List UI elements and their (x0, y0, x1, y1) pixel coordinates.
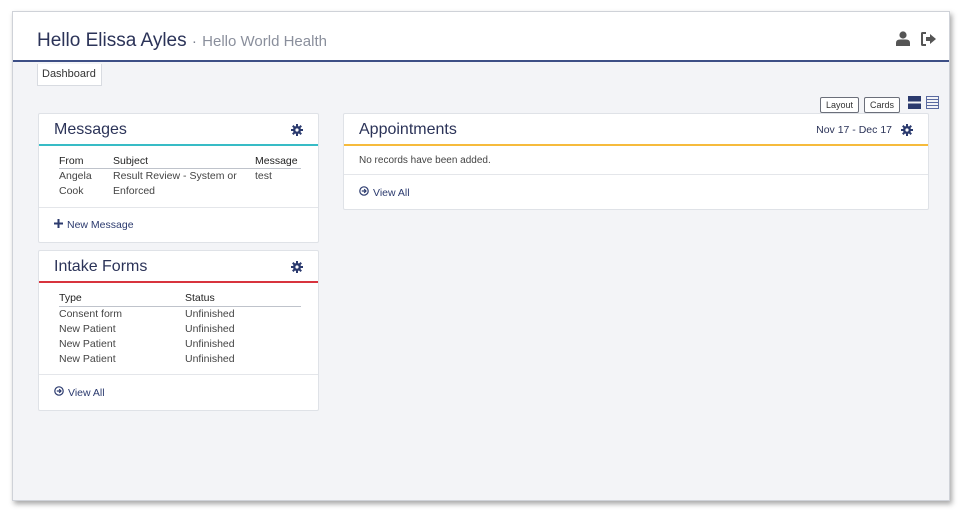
new-message-link[interactable]: New Message (54, 219, 134, 231)
plus-icon (54, 219, 63, 231)
table-row[interactable]: Consent form Unfinished (59, 307, 301, 323)
view-all-label: View All (68, 386, 105, 399)
column-header-status: Status (185, 291, 301, 307)
messages-panel: Messages From Subject Message Angela Coo… (38, 113, 319, 243)
message-body: test (255, 170, 272, 182)
table-row[interactable]: New Patient Unfinished (59, 337, 301, 352)
app-window: Hello Elissa Ayles · Hello World Health … (12, 11, 950, 501)
intake-forms-view-all-link[interactable]: View All (54, 386, 105, 399)
header-actions (896, 31, 937, 46)
appointments-panel: Appointments Nov 17 - Dec 17 No records … (343, 113, 929, 210)
messages-title: Messages (54, 121, 127, 138)
circle-arrow-right-icon (54, 386, 64, 399)
messages-settings-gear-icon[interactable] (291, 123, 303, 141)
form-status: Unfinished (185, 353, 235, 365)
greeting-separator: · (191, 33, 197, 50)
compact-view-icon[interactable] (926, 96, 939, 114)
greeting: Hello Elissa Ayles · Hello World Health (37, 30, 327, 52)
breadcrumb: Dashboard (13, 64, 949, 88)
appointments-header: Appointments Nov 17 - Dec 17 (344, 114, 928, 146)
appointments-footer: View All (344, 174, 928, 209)
view-toolbar: Layout Cards (819, 96, 939, 114)
user-icon[interactable] (896, 31, 910, 46)
form-status: Unfinished (185, 323, 235, 335)
circle-arrow-right-icon (359, 186, 369, 199)
layout-button[interactable]: Layout (819, 97, 859, 113)
user-greeting: Hello Elissa Ayles (37, 30, 187, 51)
intake-forms-panel: Intake Forms Type Status Consent form Un… (38, 250, 319, 411)
form-type: Consent form (59, 308, 123, 320)
new-message-label: New Message (67, 219, 134, 231)
column-header-from: From (59, 155, 113, 169)
messages-table: From Subject Message Angela Cook Result … (59, 155, 301, 199)
breadcrumb-dashboard[interactable]: Dashboard (37, 64, 102, 86)
appointments-settings-gear-icon[interactable] (901, 123, 913, 141)
intake-forms-settings-gear-icon[interactable] (291, 260, 303, 278)
view-all-label: View All (373, 186, 410, 199)
top-header: Hello Elissa Ayles · Hello World Health (13, 12, 949, 62)
message-subject: Result Review - System or Enforced (113, 170, 237, 197)
messages-header: Messages (39, 114, 318, 146)
column-header-type: Type (59, 291, 185, 307)
organization-name: Hello World Health (202, 33, 327, 50)
messages-footer: New Message (39, 207, 318, 242)
table-row[interactable]: New Patient Unfinished (59, 322, 301, 337)
form-type: New Patient (59, 338, 116, 350)
list-view-icon[interactable] (908, 96, 921, 114)
column-header-subject: Subject (113, 155, 255, 169)
form-status: Unfinished (185, 308, 235, 320)
appointments-empty-message: No records have been added. (359, 155, 491, 166)
intake-forms-header: Intake Forms (39, 251, 318, 283)
form-status: Unfinished (185, 338, 235, 350)
intake-forms-table: Type Status Consent form Unfinished New … (59, 291, 301, 367)
intake-forms-footer: View All (39, 374, 318, 410)
message-from: Angela Cook (59, 170, 92, 197)
sign-out-icon[interactable] (921, 31, 937, 46)
table-row[interactable]: New Patient Unfinished (59, 352, 301, 367)
appointments-title: Appointments (359, 121, 457, 138)
table-row[interactable]: Angela Cook Result Review - System or En… (59, 169, 301, 200)
form-type: New Patient (59, 323, 116, 335)
column-header-message: Message (255, 155, 301, 169)
appointments-date-range[interactable]: Nov 17 - Dec 17 (816, 124, 892, 136)
form-type: New Patient (59, 353, 116, 365)
intake-forms-title: Intake Forms (54, 258, 148, 275)
cards-button[interactable]: Cards (863, 97, 900, 113)
appointments-view-all-link[interactable]: View All (359, 186, 410, 199)
